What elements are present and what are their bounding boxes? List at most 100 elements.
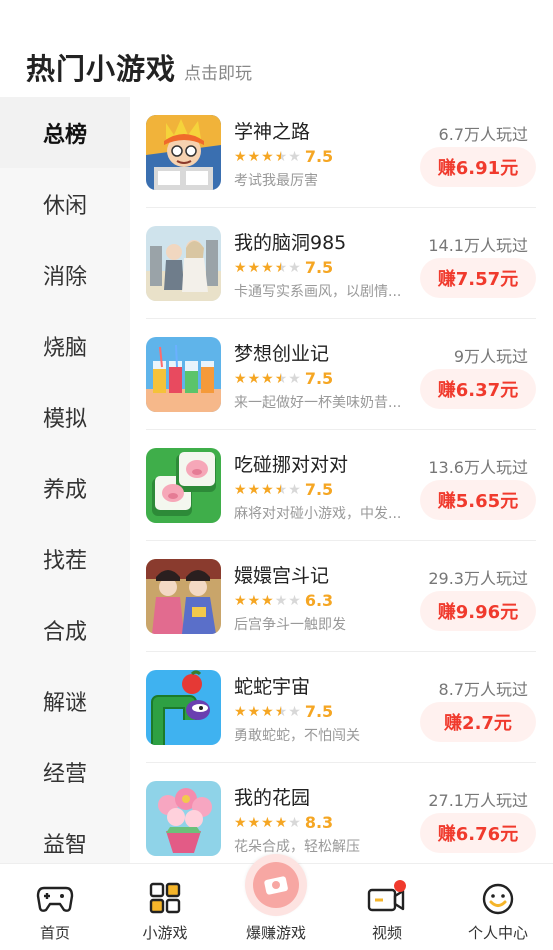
star-icon: ★ bbox=[261, 481, 274, 498]
star-icon: ★ bbox=[234, 814, 247, 831]
rating-score: 7.5 bbox=[304, 702, 334, 721]
half-star-icon: ★ bbox=[274, 481, 288, 498]
cartoon-student-icon[interactable] bbox=[146, 115, 221, 190]
empty-star-icon: ★ bbox=[288, 481, 301, 498]
half-star-icon: ★ bbox=[274, 703, 288, 720]
game-name: 我的脑洞985 bbox=[234, 232, 347, 254]
half-star-icon: ★ bbox=[274, 148, 288, 165]
gamepad-icon bbox=[36, 882, 74, 918]
notification-dot bbox=[394, 880, 406, 892]
sidebar-item-match[interactable]: 消除 bbox=[0, 239, 130, 310]
empty-star-icon: ★ bbox=[288, 814, 301, 831]
star-icon: ★ bbox=[261, 370, 274, 387]
rating-stars: ★ ★ ★ ★ ★ 6.3 bbox=[234, 591, 333, 610]
rating-stars: ★ ★ ★ ★ ★ 7.5 bbox=[234, 147, 333, 166]
sidebar-item-spot-difference[interactable]: 找茬 bbox=[0, 523, 130, 594]
star-icon: ★ bbox=[247, 814, 261, 831]
page-header: 热门小游戏 点击即玩 bbox=[26, 46, 252, 88]
game-item[interactable]: 蛇蛇宇宙 ★ ★ ★ ★ ★ 7.5 勇敢蛇蛇，不怕闯关 8.7万人玩过 赚2.7元 bbox=[146, 652, 536, 763]
earn-button[interactable]: 赚5.65元 bbox=[420, 480, 536, 520]
star-icon: ★ bbox=[261, 259, 274, 276]
tab-label: 个人中心 bbox=[467, 924, 528, 942]
star-icon: ★ bbox=[234, 370, 247, 387]
page-title: 热门小游戏 bbox=[26, 52, 177, 86]
star-icon: ★ bbox=[261, 703, 274, 720]
play-count: 8.7万人玩过 bbox=[438, 680, 528, 699]
sidebar-item-management[interactable]: 经营 bbox=[0, 736, 130, 807]
empty-star-icon: ★ bbox=[288, 148, 301, 165]
star-icon: ★ bbox=[247, 703, 261, 720]
sidebar-item-intellect[interactable]: 益智 bbox=[0, 807, 130, 863]
rating-score: 8.3 bbox=[304, 813, 334, 832]
star-icon: ★ bbox=[247, 148, 261, 165]
game-description: 后宫争斗一触即发 bbox=[234, 617, 346, 633]
half-star-icon: ★ bbox=[274, 370, 288, 387]
game-item[interactable]: 我的花园 ★ ★ ★ ★ ★ 8.3 花朵合成，轻松解压 27.1万人玩过 赚6.76元 bbox=[146, 763, 536, 863]
sidebar-item-puzzle[interactable]: 解谜 bbox=[0, 665, 130, 736]
tab-label: 小游戏 bbox=[142, 924, 188, 942]
tab-video[interactable]: 视频 bbox=[332, 864, 442, 950]
game-item[interactable]: 梦想创业记 ★ ★ ★ ★ ★ 7.5 来一起做好一杯美味奶昔... 9万人玩过 赚6.… bbox=[146, 319, 536, 430]
sidebar-item-brain[interactable]: 烧脑 bbox=[0, 310, 130, 381]
sidebar-item-casual[interactable]: 休闲 bbox=[0, 168, 130, 239]
star-icon: ★ bbox=[234, 703, 247, 720]
earn-button[interactable]: 赚2.7元 bbox=[420, 702, 536, 742]
snake-apple-icon[interactable] bbox=[146, 670, 221, 745]
play-count: 6.7万人玩过 bbox=[438, 125, 528, 144]
sidebar-item-nurture[interactable]: 养成 bbox=[0, 452, 130, 523]
star-icon: ★ bbox=[234, 259, 247, 276]
star-icon: ★ bbox=[247, 592, 261, 609]
game-item[interactable]: 学神之路 ★ ★ ★ ★ ★ 7.5 考试我最厉害 6.7万人玩过 赚6.91元 bbox=[146, 97, 536, 208]
tab-label: 首页 bbox=[39, 924, 70, 942]
game-description: 花朵合成，轻松解压 bbox=[234, 839, 360, 855]
palace-ladies-icon[interactable] bbox=[146, 559, 221, 634]
earn-button[interactable]: 赚6.37元 bbox=[420, 369, 536, 409]
money-icon bbox=[245, 854, 307, 916]
page-subtitle: 点击即玩 bbox=[184, 64, 253, 84]
play-count: 9万人玩过 bbox=[453, 347, 528, 366]
mahjong-pig-icon[interactable] bbox=[146, 448, 221, 523]
smiley-face-icon bbox=[481, 882, 515, 920]
game-description: 考试我最厉害 bbox=[234, 173, 318, 189]
star-icon: ★ bbox=[247, 481, 261, 498]
sidebar-item-simulation[interactable]: 模拟 bbox=[0, 381, 130, 452]
star-icon: ★ bbox=[261, 148, 274, 165]
game-description: 卡通写实系画风，以剧情... bbox=[234, 284, 402, 300]
empty-star-icon: ★ bbox=[288, 370, 301, 387]
sketch-couple-icon[interactable] bbox=[146, 226, 221, 301]
game-description: 麻将对对碰小游戏，中发... bbox=[234, 506, 402, 522]
sidebar-item-all[interactable]: 总榜 bbox=[0, 97, 130, 168]
half-star-icon: ★ bbox=[274, 259, 288, 276]
rating-stars: ★ ★ ★ ★ ★ 7.5 bbox=[234, 369, 333, 388]
earn-button[interactable]: 赚6.91元 bbox=[420, 147, 536, 187]
rating-stars: ★ ★ ★ ★ ★ 8.3 bbox=[234, 813, 333, 832]
bottom-tab-bar: 首页 小游戏 爆赚游戏 视频 个人中心 bbox=[0, 854, 553, 950]
empty-star-icon: ★ bbox=[288, 703, 301, 720]
game-item[interactable]: 吃碰挪对对对 ★ ★ ★ ★ ★ 7.5 麻将对对碰小游戏，中发... 13.6万人玩过… bbox=[146, 430, 536, 541]
drink-cups-icon[interactable] bbox=[146, 337, 221, 412]
rating-score: 7.5 bbox=[304, 147, 334, 166]
rating-stars: ★ ★ ★ ★ ★ 7.5 bbox=[234, 258, 333, 277]
tab-home[interactable]: 首页 bbox=[0, 864, 110, 950]
game-item[interactable]: 我的脑洞985 ★ ★ ★ ★ ★ 7.5 卡通写实系画风，以剧情... 14.1万人玩… bbox=[146, 208, 536, 319]
rating-score: 7.5 bbox=[304, 369, 334, 388]
earn-button[interactable]: 赚6.76元 bbox=[420, 813, 536, 853]
play-count: 14.1万人玩过 bbox=[428, 236, 528, 255]
earn-button[interactable]: 赚7.57元 bbox=[420, 258, 536, 298]
rating-stars: ★ ★ ★ ★ ★ 7.5 bbox=[234, 702, 333, 721]
flower-bouquet-icon[interactable] bbox=[146, 781, 221, 856]
earn-button[interactable]: 赚9.96元 bbox=[420, 591, 536, 631]
tab-mini-games[interactable]: 小游戏 bbox=[110, 864, 220, 950]
game-item[interactable]: 嬛嬛宫斗记 ★ ★ ★ ★ ★ 6.3 后宫争斗一触即发 29.3万人玩过 赚9.96元 bbox=[146, 541, 536, 652]
star-icon: ★ bbox=[234, 148, 247, 165]
star-icon: ★ bbox=[274, 814, 288, 831]
tab-profile[interactable]: 个人中心 bbox=[443, 864, 553, 950]
tab-label: 视频 bbox=[371, 924, 402, 942]
game-name: 蛇蛇宇宙 bbox=[234, 676, 311, 698]
tab-big-earn-games[interactable]: 爆赚游戏 bbox=[221, 854, 331, 950]
star-icon: ★ bbox=[247, 370, 261, 387]
sidebar-item-merge[interactable]: 合成 bbox=[0, 594, 130, 665]
game-description: 勇敢蛇蛇，不怕闯关 bbox=[234, 728, 360, 744]
play-count: 13.6万人玩过 bbox=[428, 458, 528, 477]
star-icon: ★ bbox=[234, 481, 247, 498]
